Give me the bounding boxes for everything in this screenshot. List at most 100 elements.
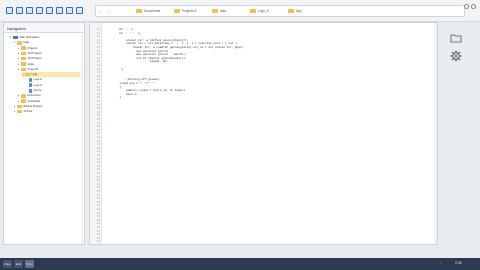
tree-item[interactable]: ▾ Project B (18, 67, 80, 72)
document-icon[interactable] (36, 7, 43, 14)
line-number: 69 (96, 236, 100, 240)
line-number: 56 (96, 190, 100, 193)
line-number: 39 (96, 128, 100, 132)
tree-item[interactable]: ▸ Downloads (18, 99, 80, 104)
line-number: 31 (96, 100, 100, 103)
breadcrumb-label: data (220, 9, 227, 13)
tree-item-label: Archive (23, 110, 33, 114)
folder-icon (136, 9, 142, 13)
cloud-icon[interactable] (16, 7, 23, 14)
line-number: 66 (96, 226, 100, 229)
folder-icon (250, 9, 256, 13)
code-line: hh : ' ' e, (106, 31, 142, 35)
line-number: 36 (96, 118, 100, 121)
code-line: ake openstar getcnt vem/in/, (106, 53, 187, 57)
folder-icon (17, 104, 22, 109)
line-number: 28 (96, 89, 100, 93)
code-line: srcmd ale_n * "/" * (106, 82, 155, 85)
code-line: prmvar tcr: a readrat getsis(parse).scr_… (106, 46, 244, 49)
breadcrumb-item[interactable]: Documents (136, 9, 160, 13)
taskbar-app-button[interactable]: Term (25, 260, 34, 268)
file-icon (29, 77, 32, 82)
line-number: 52 (96, 175, 100, 179)
tree-item[interactable]: ▸ Old Projects (18, 56, 80, 61)
line-number: 34 (96, 110, 100, 114)
code-line: (billing.off.grease) (106, 78, 160, 82)
line-number: 12 (96, 31, 100, 35)
tree-item[interactable]: ▸ Backup Projects (14, 104, 80, 109)
line-number: 64 (96, 218, 100, 222)
editor-scrollbar[interactable] (434, 23, 437, 244)
tree-item[interactable]: Logs-H (26, 83, 80, 88)
sidebar-scrollbar[interactable] (81, 34, 83, 244)
line-number: 41 (96, 136, 100, 139)
code-line: hh : e (106, 28, 133, 31)
network-icon[interactable]: ◔ (440, 261, 442, 265)
line-number: 54 (96, 182, 100, 186)
breadcrumb-item[interactable]: App (288, 9, 302, 13)
line-number: 11 (96, 28, 100, 31)
folder-icon (25, 72, 30, 77)
line-number: 68 (96, 233, 100, 237)
line-number: 53 (96, 179, 100, 183)
line-number: 63 (96, 215, 100, 219)
tree-item[interactable]: Logs-H (26, 77, 80, 82)
breadcrumb-item[interactable]: data (212, 9, 226, 13)
line-number: 50 (96, 168, 100, 172)
tree-item[interactable]: ▸ Documents (18, 93, 80, 98)
folder-icon (17, 41, 22, 45)
taskbar: Files Edit Term ◔ 2:26 (0, 258, 480, 270)
tree-item[interactable]: Source (26, 88, 80, 93)
gear-icon[interactable] (450, 50, 462, 62)
line-number-gutter: 11 12 13 14 15 16 17 18 19 20 21 22 23 24 25 26 27 28 29 30… (90, 23, 102, 244)
code-line: padcery ujumo = fcure.sh, ar tcmenl (106, 89, 185, 93)
folder-icon (21, 51, 26, 56)
code-editor[interactable]: 11 12 13 14 15 16 17 18 19 20 21 22 23 24 25 26 27 28 29 30… (89, 22, 438, 245)
line-number: 55 (96, 186, 100, 190)
close-button[interactable] (471, 4, 476, 9)
document-icon[interactable] (46, 7, 53, 14)
forward-button[interactable]: › (108, 9, 109, 14)
tree-item[interactable]: ▸ Projects (18, 46, 80, 51)
tree-item-label: Backup Projects (23, 104, 43, 108)
tree-item[interactable]: ▸ Old Projects (18, 51, 80, 56)
minimize-button[interactable] (464, 4, 469, 9)
taskbar-app-button[interactable]: Edit (14, 260, 23, 268)
code-line: vinmat, @t; (106, 60, 169, 64)
line-number: 23 (96, 71, 100, 75)
folder-icon (21, 67, 26, 72)
line-number: 49 (96, 164, 100, 168)
tree-item[interactable]: ▾ Data (14, 40, 80, 45)
home-icon[interactable] (6, 7, 13, 14)
line-number: 62 (96, 211, 100, 215)
breadcrumb-item[interactable]: Projects B (174, 9, 197, 13)
tree-item-label: Old Projects (27, 51, 42, 55)
folder-icon (21, 94, 26, 98)
list-icon[interactable] (76, 7, 83, 14)
line-number: 58 (96, 197, 100, 201)
line-number: 24 (96, 74, 100, 78)
tree-item-label: Project B (27, 67, 39, 71)
tree-item[interactable]: ▾ Main Workstation (10, 35, 80, 40)
folder-icon (212, 9, 218, 13)
line-number: 57 (96, 193, 100, 197)
folder-icon[interactable] (66, 7, 73, 14)
breadcrumb-item[interactable]: Logs_H (250, 9, 269, 13)
line-number: 61 (96, 208, 100, 211)
address-bar[interactable]: ‹ › Documents Projects B data Logs_H App (95, 5, 465, 17)
line-number: 40 (96, 132, 100, 136)
line-number: 43 (96, 143, 100, 147)
folder-icon (13, 35, 18, 40)
taskbar-app-button[interactable]: Files (3, 260, 12, 268)
tree-item[interactable]: ▸ Logs (22, 72, 80, 78)
line-number: 26 (96, 82, 100, 85)
tree-item[interactable]: ▸ Archive (14, 109, 80, 114)
line-number: 70 (96, 240, 100, 244)
folder-icon[interactable] (26, 7, 33, 14)
line-number: 19 (96, 56, 100, 60)
tree-item[interactable]: ▸ Notes (18, 62, 80, 67)
back-button[interactable]: ‹ (100, 9, 101, 14)
tree-item-label: Notes (27, 62, 35, 66)
document-icon[interactable] (56, 7, 63, 14)
folder-icon[interactable] (450, 33, 462, 43)
